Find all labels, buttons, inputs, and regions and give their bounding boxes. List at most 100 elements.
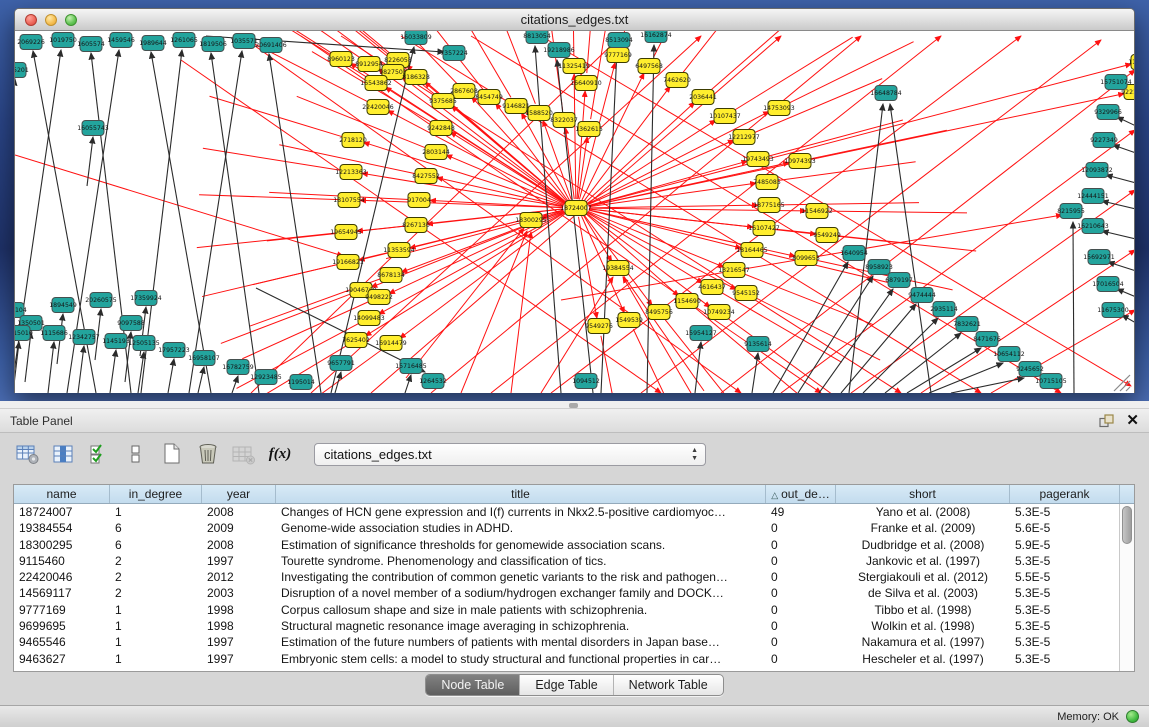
graph-node[interactable]: 1605201 [15, 63, 29, 78]
graph-node[interactable]: 12505135 [128, 336, 160, 351]
graph-node[interactable]: 19218986 [543, 43, 575, 58]
close-window-icon[interactable] [25, 14, 37, 26]
graph-node[interactable]: 2718120 [339, 133, 367, 148]
graph-node[interactable]: 9329966 [1094, 105, 1122, 120]
graph-node[interactable]: 9245652 [1016, 362, 1044, 377]
graph-node[interactable]: 10749234 [703, 305, 735, 320]
graph-node[interactable]: 16648784 [870, 86, 902, 101]
graph-node[interactable]: 9777169 [604, 48, 632, 63]
graph-node[interactable]: 1094512 [572, 374, 600, 389]
graph-node[interactable]: 7485085 [753, 175, 781, 190]
graph-node[interactable]: 19166821 [332, 255, 364, 270]
graph-node[interactable]: 9498222 [365, 290, 393, 305]
graph-node[interactable]: 19654945 [330, 225, 362, 240]
graph-node[interactable]: 1261065 [170, 33, 198, 48]
table-row[interactable]: 946362711997Embryonic stem cells: a mode… [14, 651, 1134, 667]
graph-node[interactable]: 1157513 [1128, 55, 1135, 70]
graph-node[interactable]: 18107554 [333, 193, 365, 208]
graph-node[interactable]: 1145193 [102, 334, 130, 349]
graph-node[interactable]: 917004 [407, 193, 431, 208]
graph-node[interactable]: 1989644 [139, 36, 167, 51]
graph-node[interactable]: 2935114 [930, 302, 958, 317]
graph-node[interactable]: 7625402 [342, 333, 370, 348]
graph-node[interactable]: 10107437 [709, 109, 741, 124]
graph-node[interactable]: 1549539 [615, 313, 643, 328]
graph-node[interactable]: 9097588 [117, 316, 145, 331]
graph-node[interactable]: 15692971 [1083, 250, 1115, 265]
graph-node[interactable]: 1894549 [49, 298, 77, 313]
new-file-icon[interactable] [156, 440, 188, 468]
graph-node[interactable]: 8813054 [523, 31, 551, 44]
table-row[interactable]: 2242004622012Investigating the contribut… [14, 569, 1134, 585]
graph-node[interactable]: 12093872 [1081, 163, 1113, 178]
graph-node[interactable]: 8267130 [402, 218, 430, 233]
column-header-in_degree[interactable]: in_degree [110, 485, 202, 503]
graph-node[interactable]: 11353594 [383, 243, 415, 258]
graph-node[interactable]: 12213363 [335, 165, 367, 180]
column-header-year[interactable]: year [202, 485, 276, 503]
column-header-out_degree[interactable]: △out_de… [766, 485, 836, 503]
graph-node[interactable]: 14099483 [353, 311, 385, 326]
split-pane-divider[interactable] [0, 401, 1149, 409]
table-row[interactable]: 1456911722003Disruption of a novel membe… [14, 585, 1134, 601]
graph-node[interactable]: 9474444 [908, 288, 936, 303]
graph-node[interactable]: 8513094 [605, 33, 633, 48]
graph-node[interactable]: 8099653 [792, 251, 820, 266]
citation-graph[interactable]: 8960123891295482260589827503165438628186… [15, 31, 1135, 393]
graph-node[interactable]: 19743493 [742, 152, 774, 167]
graph-node[interactable]: 18300295 [515, 213, 547, 228]
graph-node[interactable]: 9135614 [744, 337, 772, 352]
graph-node[interactable]: 17016504 [1092, 277, 1124, 292]
graph-node[interactable]: 22420046 [362, 100, 394, 115]
graph-node[interactable]: 7462620 [663, 73, 691, 88]
graph-node[interactable]: 11325419 [558, 59, 590, 74]
graph-node[interactable]: 2069226 [17, 35, 45, 50]
minimize-window-icon[interactable] [45, 14, 57, 26]
graph-node[interactable]: 2036441 [689, 90, 717, 105]
graph-node[interactable]: 8322037 [550, 113, 578, 128]
table-row[interactable]: 911546021997Tourette syndrome. Phenomeno… [14, 553, 1134, 569]
graph-node[interactable]: 1035571 [230, 34, 258, 49]
graph-node[interactable]: 9657791 [327, 356, 355, 371]
tab-edge-table[interactable]: Edge Table [519, 675, 612, 695]
table-settings-icon[interactable] [12, 440, 44, 468]
show-columns-icon[interactable] [48, 440, 80, 468]
table-selector-dropdown[interactable]: citations_edges.txt ▲▼ [314, 443, 706, 466]
graph-node[interactable]: 18775165 [753, 198, 785, 213]
graph-node[interactable]: 9227349 [1090, 133, 1118, 148]
graph-node[interactable]: 10654112 [993, 347, 1025, 362]
table-row[interactable]: 1872400712008Changes of HCN gene express… [14, 504, 1134, 520]
graph-node[interactable]: 15716485 [395, 359, 427, 374]
graph-node[interactable]: 8186328 [402, 70, 430, 85]
graph-node[interactable]: 1264532 [419, 374, 447, 389]
graph-node[interactable]: 12444151 [1077, 189, 1109, 204]
graph-node[interactable]: 1019750 [49, 33, 77, 48]
graph-node[interactable]: 16055743 [77, 121, 109, 136]
graph-node[interactable]: 18164465 [736, 243, 768, 258]
graph-node[interactable]: 1154690 [673, 294, 701, 309]
graph-node[interactable]: 12923485 [250, 370, 282, 385]
graph-node[interactable]: 1362615 [575, 122, 603, 137]
function-builder-icon[interactable]: f(x) [264, 440, 296, 468]
graph-node[interactable]: 16033809 [400, 31, 432, 45]
unselect-all-icon[interactable] [120, 440, 152, 468]
column-header-title[interactable]: title [276, 485, 766, 503]
graph-node[interactable]: 9242848 [427, 121, 455, 136]
column-header-name[interactable]: name [14, 485, 110, 503]
close-panel-icon[interactable]: ✕ [1126, 414, 1139, 428]
graph-node[interactable]: 11546922 [801, 204, 833, 219]
graph-node[interactable]: 20691406 [255, 38, 287, 53]
graph-hub-node[interactable]: 18724007 [560, 201, 592, 216]
table-row[interactable]: 946554611997Estimation of the future num… [14, 634, 1134, 650]
graph-node[interactable]: 13216547 [718, 263, 750, 278]
graph-node[interactable]: 4616437 [698, 280, 726, 295]
tab-node-table[interactable]: Node Table [426, 675, 519, 695]
table-row[interactable]: 969969511998Structural magnetic resonanc… [14, 618, 1134, 634]
graph-node[interactable]: 17359924 [130, 291, 162, 306]
graph-node[interactable]: 10715105 [1035, 374, 1067, 389]
graph-node[interactable]: 2803144 [422, 145, 450, 160]
graph-node[interactable]: 8471676 [973, 332, 1001, 347]
graph-node[interactable]: 15954127 [685, 326, 717, 341]
memory-indicator-icon[interactable] [1126, 710, 1139, 723]
graph-node[interactable]: 9549249 [813, 228, 841, 243]
